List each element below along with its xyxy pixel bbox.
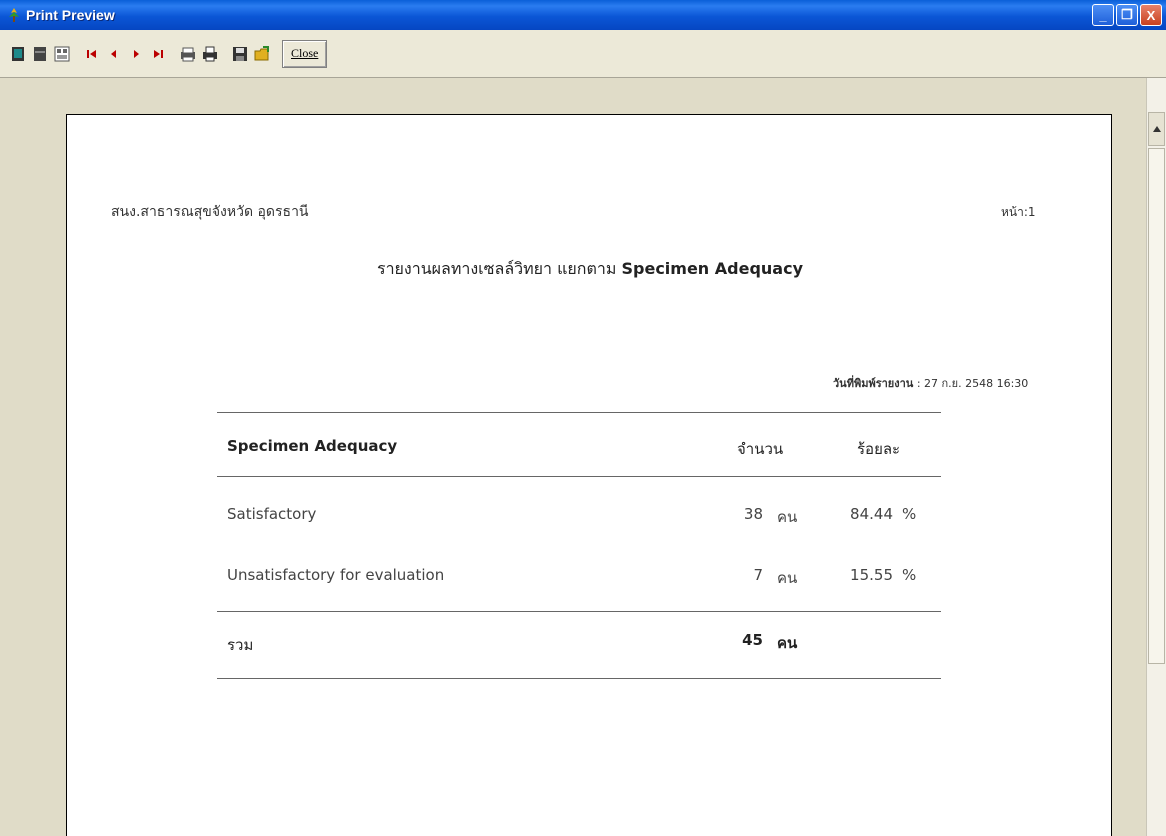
report-page: สนง.สาธารณสุขจังหวัด อุดรธานี หน้า:1 ราย… [66, 114, 1112, 836]
first-page-button[interactable] [82, 43, 102, 65]
preview-workspace: สนง.สาธารณสุขจังหวัด อุดรธานี หน้า:1 ราย… [0, 78, 1146, 836]
report-title-english: Specimen Adequacy [621, 259, 804, 278]
page-number: หน้า:1 [1001, 205, 1036, 219]
total-label: รวม [227, 636, 254, 654]
previous-page-icon [111, 49, 116, 58]
row-count: 7 [753, 566, 763, 584]
vertical-scrollbar[interactable] [1146, 78, 1166, 836]
print-button[interactable] [200, 43, 220, 65]
report-title: รายงานผลทางเซลล์วิทยา แยกตาม Specimen Ad… [67, 257, 1113, 282]
total-unit: คน [777, 634, 798, 652]
actual-size-icon [54, 46, 70, 61]
row-category: Unsatisfactory for evaluation [227, 566, 445, 584]
close-window-button[interactable]: X [1140, 4, 1162, 26]
title-bar: Print Preview _ ❐ X [0, 0, 1166, 30]
total-count: 45 [742, 631, 763, 649]
previous-page-button[interactable] [104, 43, 124, 65]
first-page-icon [87, 49, 96, 58]
row-unit: คน [777, 508, 798, 526]
window-title: Print Preview [26, 7, 115, 23]
table-top-rule [217, 412, 941, 413]
open-folder-icon [254, 45, 269, 60]
table-bottom-rule [217, 678, 941, 679]
app-icon [9, 8, 19, 22]
report-title-thai: รายงานผลทางเซลล์วิทยา แยกตาม [376, 259, 617, 278]
print-setup-button[interactable] [178, 43, 198, 65]
header-percent: ร้อยละ [857, 440, 901, 458]
header-specimen-adequacy: Specimen Adequacy [227, 437, 398, 455]
next-page-button[interactable] [126, 43, 146, 65]
close-icon: X [1146, 7, 1156, 23]
scroll-up-button[interactable] [1148, 112, 1165, 146]
row-percent-sign: % [902, 566, 917, 584]
row-category: Satisfactory [227, 505, 317, 523]
zoom-100-button[interactable] [52, 43, 72, 65]
row-percent: 15.55 [850, 566, 893, 584]
total-rule [217, 611, 941, 612]
header-rule [217, 476, 941, 477]
printer-icon [203, 46, 217, 61]
close-preview-button[interactable]: Close [282, 39, 328, 68]
zoom-page-width-button[interactable] [30, 43, 50, 65]
minimize-button[interactable]: _ [1092, 4, 1114, 26]
toolbar: Close [0, 30, 1166, 78]
save-button[interactable] [230, 43, 250, 65]
whole-page-icon [12, 46, 24, 61]
floppy-disk-icon [233, 46, 247, 61]
last-page-icon [154, 49, 163, 58]
next-page-icon [134, 49, 139, 58]
row-percent-sign: % [902, 505, 917, 523]
print-date: วันที่พิมพ์รายงาน : 27 ก.ย. 2548 16:30 [833, 374, 1028, 392]
organization-name: สนง.สาธารณสุขจังหวัด อุดรธานี [111, 204, 309, 220]
row-count: 38 [743, 505, 763, 523]
scroll-up-arrow-icon [1152, 126, 1161, 132]
print-date-value: : 27 ก.ย. 2548 16:30 [916, 377, 1029, 390]
zoom-whole-page-button[interactable] [8, 43, 28, 65]
print-date-label: วันที่พิมพ์รายงาน [833, 377, 914, 390]
row-unit: คน [777, 569, 798, 587]
last-page-button[interactable] [148, 43, 168, 65]
print-setup-icon [181, 47, 195, 61]
restore-button[interactable]: ❐ [1116, 4, 1138, 26]
minimize-icon: _ [1099, 7, 1107, 23]
row-percent: 84.44 [850, 505, 893, 523]
header-count: จำนวน [737, 440, 784, 458]
open-button[interactable] [252, 43, 272, 65]
scroll-thumb[interactable] [1148, 148, 1165, 664]
restore-icon: ❐ [1121, 7, 1133, 22]
page-width-icon [34, 46, 46, 61]
